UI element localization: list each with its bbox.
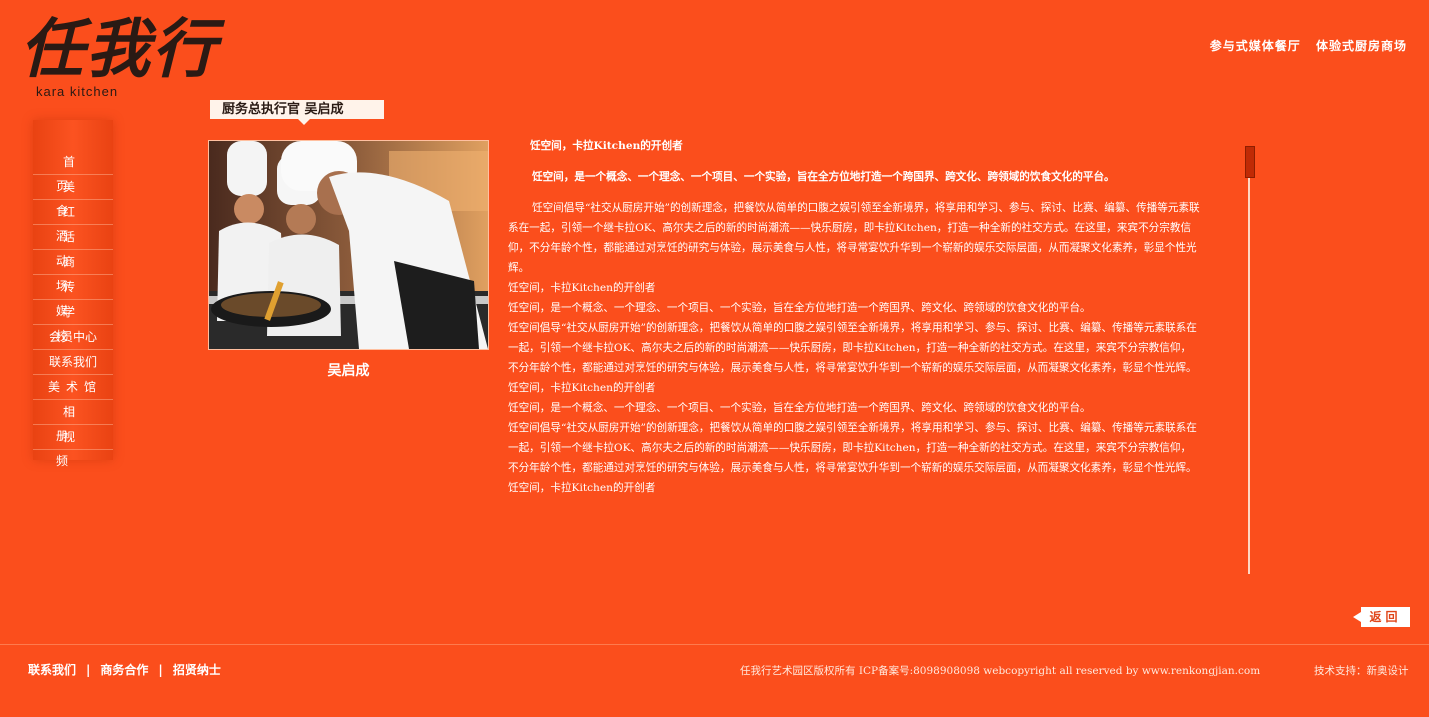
footer-separator: | xyxy=(158,663,163,677)
article-scrollbar[interactable] xyxy=(1248,146,1250,574)
footer-link-contact[interactable]: 联系我们 xyxy=(28,663,76,677)
nav-item-video[interactable]: 视频 xyxy=(33,425,113,468)
article-scroll-thumb[interactable] xyxy=(1245,146,1255,178)
nav-item-wine[interactable]: 红酒 xyxy=(33,200,113,243)
nav-item-school[interactable]: 学校 xyxy=(33,300,113,343)
logo-english: kara kitchen xyxy=(36,84,119,99)
article-paragraph: 饪空间倡导“社交从厨房开始”的创新理念，把餐饮从简单的口腹之娱引领至全新境界，将… xyxy=(508,322,1197,374)
article-paragraph: 饪空间，卡拉Kitchen的开创者 xyxy=(508,382,656,394)
logo[interactable]: 任我行 kara kitchen xyxy=(20,14,230,100)
main-nav: 首页 美食 红酒 活动 商场 传媒 学校 会员中心 联系我们 美术馆 相册 视频 xyxy=(33,150,113,468)
nav-item-album[interactable]: 相册 xyxy=(33,400,113,443)
chef-photo-illustration xyxy=(209,141,488,349)
page-title-text: 厨务总执行官 吴启成 xyxy=(222,102,344,117)
tagline-kitchen-mall: 体验式厨房商场 xyxy=(1315,39,1407,53)
footer-separator: | xyxy=(86,663,91,677)
logo-chinese: 任我行 xyxy=(20,12,218,87)
footer-link-careers[interactable]: 招贤纳士 xyxy=(173,663,221,677)
nav-item-media[interactable]: 传媒 xyxy=(33,275,113,318)
photo-caption: 吴启成 xyxy=(327,363,370,379)
back-button[interactable]: 返回 xyxy=(1353,607,1410,627)
nav-item-members[interactable]: 会员中心 xyxy=(33,325,113,350)
article-intro: 饪空间倡导“社交从厨房开始”的创新理念，把餐饮从简单的口腹之娱引领至全新境界，将… xyxy=(508,202,1200,274)
footer-divider xyxy=(0,644,1429,645)
footer-link-business[interactable]: 商务合作 xyxy=(100,663,148,677)
nav-item-home[interactable]: 首页 xyxy=(33,150,113,193)
nav-item-contact[interactable]: 联系我们 xyxy=(33,350,113,375)
nav-item-events[interactable]: 活动 xyxy=(33,225,113,268)
article-lead: 饪空间，是一个概念、一个理念、一个项目、一个实验，旨在全方位地打造一个跨国界、跨… xyxy=(532,171,1115,183)
footer-copyright: 任我行艺术园区版权所有 ICP备案号:8098908098 webcopyrig… xyxy=(740,665,1261,677)
article-paragraph: 饪空间，是一个概念、一个理念、一个项目、一个实验，旨在全方位地打造一个跨国界、跨… xyxy=(508,302,1091,314)
article-body: 饪空间，卡拉Kitchen的开创者 饪空间，是一个概念、一个理念、一个项目、一个… xyxy=(508,136,1200,498)
header-tagline: 参与式媒体餐厅 体验式厨房商场 xyxy=(1210,37,1407,54)
nav-item-mall[interactable]: 商场 xyxy=(33,250,113,293)
chef-photo xyxy=(208,140,489,350)
footer-links: 联系我们 | 商务合作 | 招贤纳士 xyxy=(28,661,221,678)
footer-tech-support[interactable]: 技术支持：新奥设计 xyxy=(1314,663,1409,678)
article-paragraph: 饪空间，是一个概念、一个理念、一个项目、一个实验，旨在全方位地打造一个跨国界、跨… xyxy=(508,402,1091,414)
nav-item-gallery[interactable]: 美术馆 xyxy=(33,375,113,400)
article-paragraph: 饪空间，卡拉Kitchen的开创者 xyxy=(508,282,656,294)
article-heading: 饪空间，卡拉Kitchen的开创者 xyxy=(530,140,683,152)
tagline-restaurant: 参与式媒体餐厅 xyxy=(1209,39,1301,53)
nav-item-food[interactable]: 美食 xyxy=(33,175,113,218)
article-paragraph: 饪空间，卡拉Kitchen的开创者 xyxy=(508,482,656,494)
article-paragraph: 饪空间倡导“社交从厨房开始”的创新理念，把餐饮从简单的口腹之娱引领至全新境界，将… xyxy=(508,422,1197,474)
page-title: 厨务总执行官 吴启成 xyxy=(210,100,384,125)
